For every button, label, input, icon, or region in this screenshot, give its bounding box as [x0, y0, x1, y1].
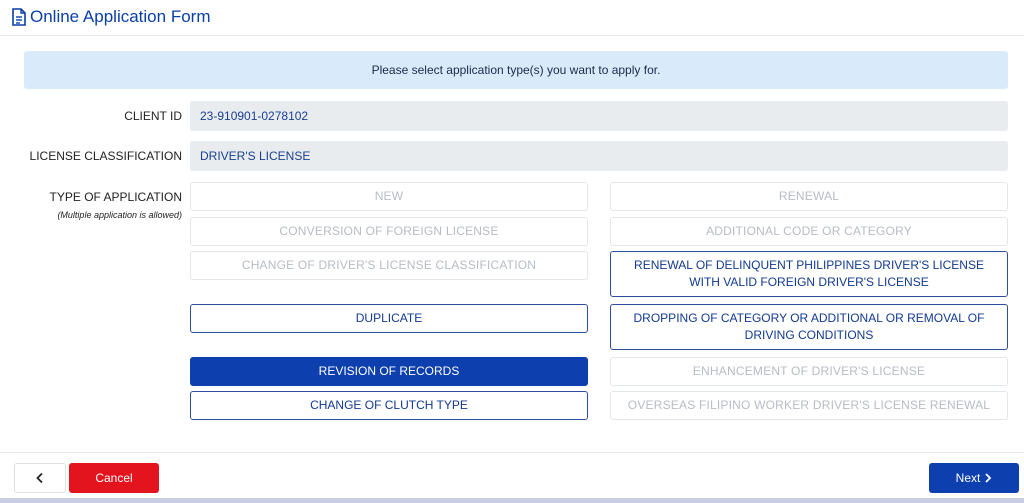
- client-id-label: CLIENT ID: [124, 109, 182, 123]
- type-of-application-label: TYPE OF APPLICATION: [49, 190, 182, 204]
- license-classification-label: LICENSE CLASSIFICATION: [29, 149, 182, 163]
- option-conversion-of-foreign-license[interactable]: CONVERSION OF FOREIGN LICENSE: [190, 217, 588, 246]
- option-duplicate[interactable]: DUPLICATE: [190, 304, 588, 333]
- chevron-right-icon: [985, 473, 992, 483]
- back-button[interactable]: [14, 463, 66, 493]
- option-ofw-license-renewal[interactable]: OVERSEAS FILIPINO WORKER DRIVER'S LICENS…: [610, 391, 1008, 420]
- option-renewal-of-delinquent-license[interactable]: RENEWAL OF DELINQUENT PHILIPPINES DRIVER…: [610, 251, 1008, 297]
- option-change-of-clutch-type[interactable]: CHANGE OF CLUTCH TYPE: [190, 391, 588, 420]
- option-enhancement-of-license[interactable]: ENHANCEMENT OF DRIVER'S LICENSE: [610, 357, 1008, 386]
- next-button[interactable]: Next: [929, 463, 1019, 493]
- option-change-of-classification[interactable]: CHANGE OF DRIVER'S LICENSE CLASSIFICATIO…: [190, 251, 588, 280]
- next-button-label: Next: [955, 471, 981, 485]
- option-renewal[interactable]: RENEWAL: [610, 182, 1008, 211]
- license-classification-field: DRIVER'S LICENSE: [190, 141, 1008, 171]
- option-additional-code-or-category[interactable]: ADDITIONAL CODE OR CATEGORY: [610, 217, 1008, 246]
- cancel-button-label: Cancel: [95, 471, 133, 485]
- option-revision-of-records[interactable]: REVISION OF RECORDS: [190, 357, 588, 386]
- client-id-field: 23-910901-0278102: [190, 101, 1008, 131]
- multiple-application-note: (Multiple application is allowed): [57, 210, 182, 220]
- bottom-scroll-strip: [0, 498, 1024, 503]
- option-dropping-of-category[interactable]: DROPPING OF CATEGORY OR ADDITIONAL OR RE…: [610, 304, 1008, 350]
- cancel-button[interactable]: Cancel: [69, 463, 159, 493]
- info-banner: Please select application type(s) you wa…: [24, 51, 1008, 89]
- option-new[interactable]: NEW: [190, 182, 588, 211]
- form-footer: Cancel Next: [0, 452, 1024, 503]
- document-icon: [12, 8, 26, 26]
- page-title: Online Application Form: [30, 7, 211, 26]
- chevron-left-icon: [36, 472, 43, 484]
- page-header: Online Application Form: [0, 0, 1024, 36]
